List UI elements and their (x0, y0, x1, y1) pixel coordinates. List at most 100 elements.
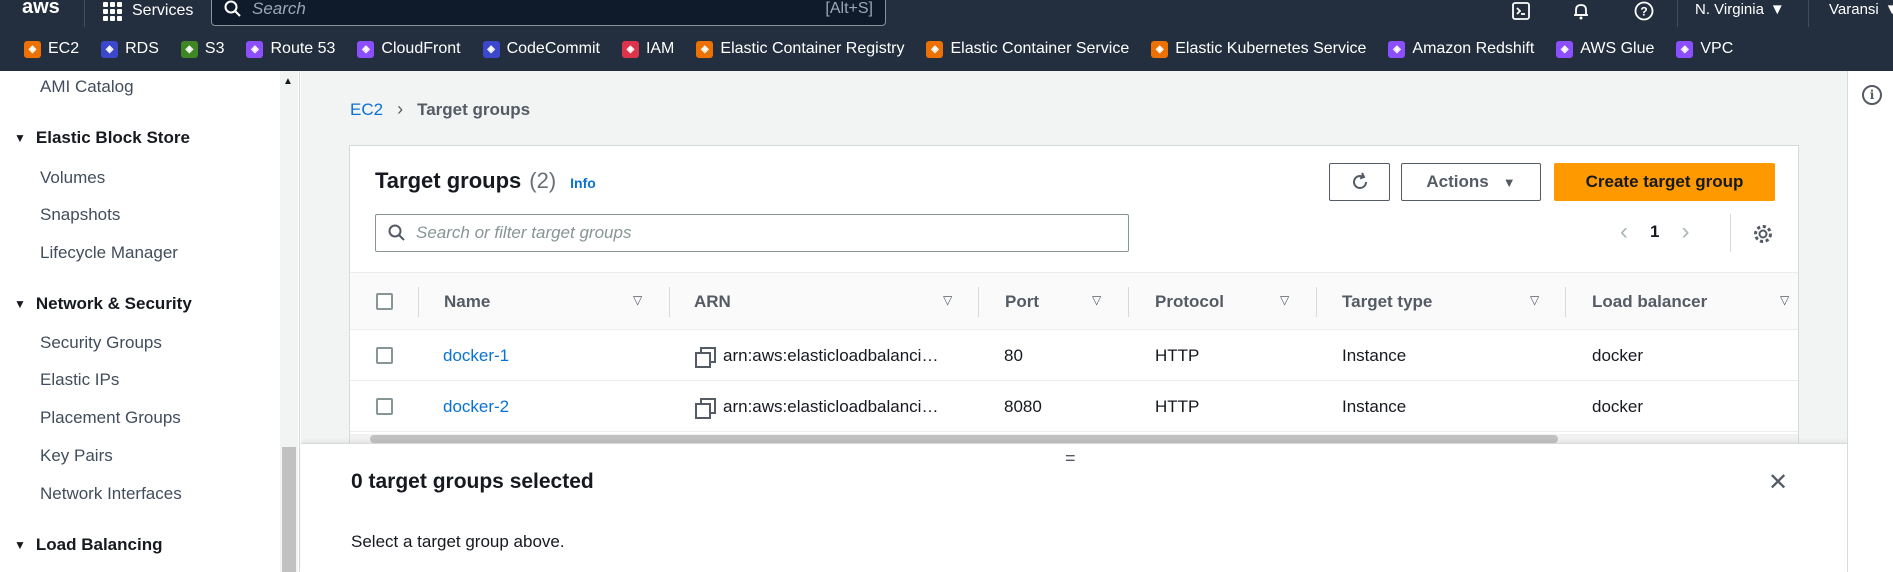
page-number[interactable]: 1 (1650, 222, 1659, 242)
sidebar-scrollbar-thumb[interactable] (282, 447, 296, 572)
favorite-item[interactable]: ◈ Elastic Container Registry (696, 40, 904, 58)
close-icon[interactable]: ✕ (1768, 468, 1788, 497)
service-icon: ◈ (24, 40, 41, 58)
sidebar-item-placement-groups[interactable]: Placement Groups (40, 408, 181, 428)
column-header-arn[interactable]: ARN (694, 273, 731, 331)
column-header-protocol[interactable]: Protocol (1155, 273, 1224, 331)
help-icon[interactable]: ? (1633, 0, 1655, 22)
caret-down-icon: ▼ (1884, 0, 1893, 18)
copy-icon[interactable] (695, 397, 716, 419)
service-icon: ◈ (696, 40, 714, 58)
port-cell: 80 (1004, 345, 1023, 365)
favorite-item[interactable]: ◈ Elastic Container Service (926, 40, 1129, 58)
favorite-item[interactable]: ◈ Elastic Kubernetes Service (1151, 40, 1366, 58)
sidebar-section-load-balancing[interactable]: ▼ Load Balancing (14, 535, 162, 555)
sidebar-item-network-interfaces[interactable]: Network Interfaces (40, 484, 182, 504)
notifications-bell-icon[interactable] (1570, 0, 1592, 22)
sort-icon[interactable]: ▽ (1780, 293, 1789, 307)
sidebar-item-ami-catalog[interactable]: AMI Catalog (40, 77, 134, 97)
sidebar-item-elastic-ips[interactable]: Elastic IPs (40, 370, 119, 390)
svg-text:?: ? (1640, 5, 1647, 19)
column-header-target-type[interactable]: Target type (1342, 273, 1432, 331)
sort-icon[interactable]: ▽ (633, 293, 642, 307)
create-target-group-button[interactable]: Create target group (1554, 163, 1775, 201)
favorite-label: AWS Glue (1580, 40, 1655, 57)
breadcrumb-ec2-link[interactable]: EC2 (350, 100, 383, 120)
target-group-name-link[interactable]: docker-1 (443, 330, 509, 381)
cloudshell-icon[interactable] (1510, 0, 1532, 22)
favorite-item[interactable]: ◈ EC2 (24, 40, 79, 58)
row-checkbox[interactable] (376, 398, 393, 415)
favorite-item[interactable]: ◈ S3 (180, 40, 225, 58)
services-menu-button[interactable]: Services (103, 0, 193, 22)
sidebar-item-lifecycle-manager[interactable]: Lifecycle Manager (40, 243, 178, 263)
actions-dropdown-button[interactable]: Actions ▼ (1401, 163, 1541, 201)
split-panel: = 0 target groups selected Select a targ… (301, 443, 1847, 572)
account-menu[interactable]: Varansi ▼ (1829, 0, 1893, 18)
refresh-button[interactable] (1329, 163, 1390, 201)
region-selector[interactable]: N. Virginia ▼ (1695, 0, 1785, 18)
arn-value: arn:aws:elasticloadbalanci… (723, 345, 939, 365)
favorite-item[interactable]: ◈ AWS Glue (1556, 40, 1654, 58)
scroll-up-arrow-icon[interactable]: ▲ (283, 76, 293, 87)
split-panel-resize-handle[interactable]: = (1065, 448, 1076, 469)
select-all-checkbox[interactable] (376, 293, 393, 310)
sidebar-scrollbar[interactable]: ▲ (280, 71, 298, 572)
favorite-item[interactable]: ◈ IAM (621, 40, 674, 58)
favorite-item[interactable]: ◈ VPC (1676, 40, 1733, 58)
sidebar-item-security-groups[interactable]: Security Groups (40, 333, 162, 353)
chevron-left-icon[interactable]: ‹ (1620, 218, 1628, 246)
favorite-label: S3 (204, 40, 225, 57)
breadcrumb: EC2 › Target groups (350, 99, 530, 120)
top-navigation: aws Services Search [Alt+S] ? N. Virgini… (0, 0, 1893, 27)
column-header-load-balancer[interactable]: Load balancer (1592, 273, 1707, 331)
page-title: Target groups (2) Info (375, 168, 596, 194)
help-panel-rail: i (1847, 71, 1893, 572)
service-icon: ◈ (1151, 40, 1169, 58)
caret-down-icon: ▼ (14, 131, 26, 145)
favorite-item[interactable]: ◈ Amazon Redshift (1388, 40, 1534, 58)
column-divider (669, 287, 670, 317)
service-icon: ◈ (180, 40, 198, 58)
column-header-port[interactable]: Port (1005, 273, 1039, 331)
sidebar-section-label: Load Balancing (35, 535, 163, 554)
table-horizontal-scrollbar[interactable] (350, 434, 1798, 443)
table-row[interactable]: docker-1 arn:aws:elasticloadbalanci… 80 … (350, 330, 1798, 381)
target-group-name-link[interactable]: docker-2 (443, 381, 509, 432)
favorite-item[interactable]: ◈ RDS (101, 40, 159, 58)
sort-icon[interactable]: ▽ (1530, 293, 1539, 307)
favorite-item[interactable]: ◈ CloudFront (357, 40, 461, 58)
sidebar-section-network-security[interactable]: ▼ Network & Security (14, 294, 192, 314)
target-type-cell: Instance (1342, 345, 1407, 365)
favorite-label: VPC (1700, 40, 1734, 57)
caret-down-icon: ▼ (14, 538, 26, 552)
nav-divider (1808, 0, 1809, 27)
preferences-gear-icon[interactable] (1752, 223, 1774, 250)
favorites-bar: ◈ EC2 ◈ RDS ◈ S3 ◈ Route 53 ◈ CloudFront ◈ CodeComm… (0, 27, 1893, 71)
column-header-name[interactable]: Name (444, 273, 490, 331)
sort-icon[interactable]: ▽ (1280, 293, 1289, 307)
sidebar-item-volumes[interactable]: Volumes (40, 168, 105, 188)
sidebar-item-key-pairs[interactable]: Key Pairs (40, 446, 113, 466)
favorite-item[interactable]: ◈ CodeCommit (482, 40, 600, 58)
info-icon[interactable]: i (1862, 85, 1882, 105)
sort-icon[interactable]: ▽ (1092, 293, 1101, 307)
caret-down-icon: ▼ (14, 297, 26, 311)
global-search-input[interactable]: Search [Alt+S] (211, 0, 886, 26)
table-scrollbar-thumb[interactable] (370, 435, 1558, 443)
search-shortcut: [Alt+S] (825, 0, 873, 17)
aws-logo[interactable]: aws (22, 0, 60, 19)
sidebar-section-elastic-block-store[interactable]: ▼ Elastic Block Store (14, 128, 190, 148)
table-row[interactable]: docker-2 arn:aws:elasticloadbalanci… 808… (350, 381, 1798, 432)
copy-icon[interactable] (695, 346, 716, 368)
filter-target-groups-input[interactable]: Search or filter target groups (375, 214, 1129, 252)
info-link[interactable]: Info (570, 175, 596, 191)
service-icon: ◈ (926, 40, 944, 58)
sort-icon[interactable]: ▽ (943, 293, 952, 307)
sidebar-item-snapshots[interactable]: Snapshots (40, 205, 120, 225)
row-checkbox[interactable] (376, 347, 393, 364)
favorite-label: EC2 (48, 40, 80, 57)
favorite-item[interactable]: ◈ Route 53 (246, 40, 335, 58)
nav-divider (1677, 0, 1678, 27)
chevron-right-icon[interactable]: › (1681, 218, 1689, 246)
